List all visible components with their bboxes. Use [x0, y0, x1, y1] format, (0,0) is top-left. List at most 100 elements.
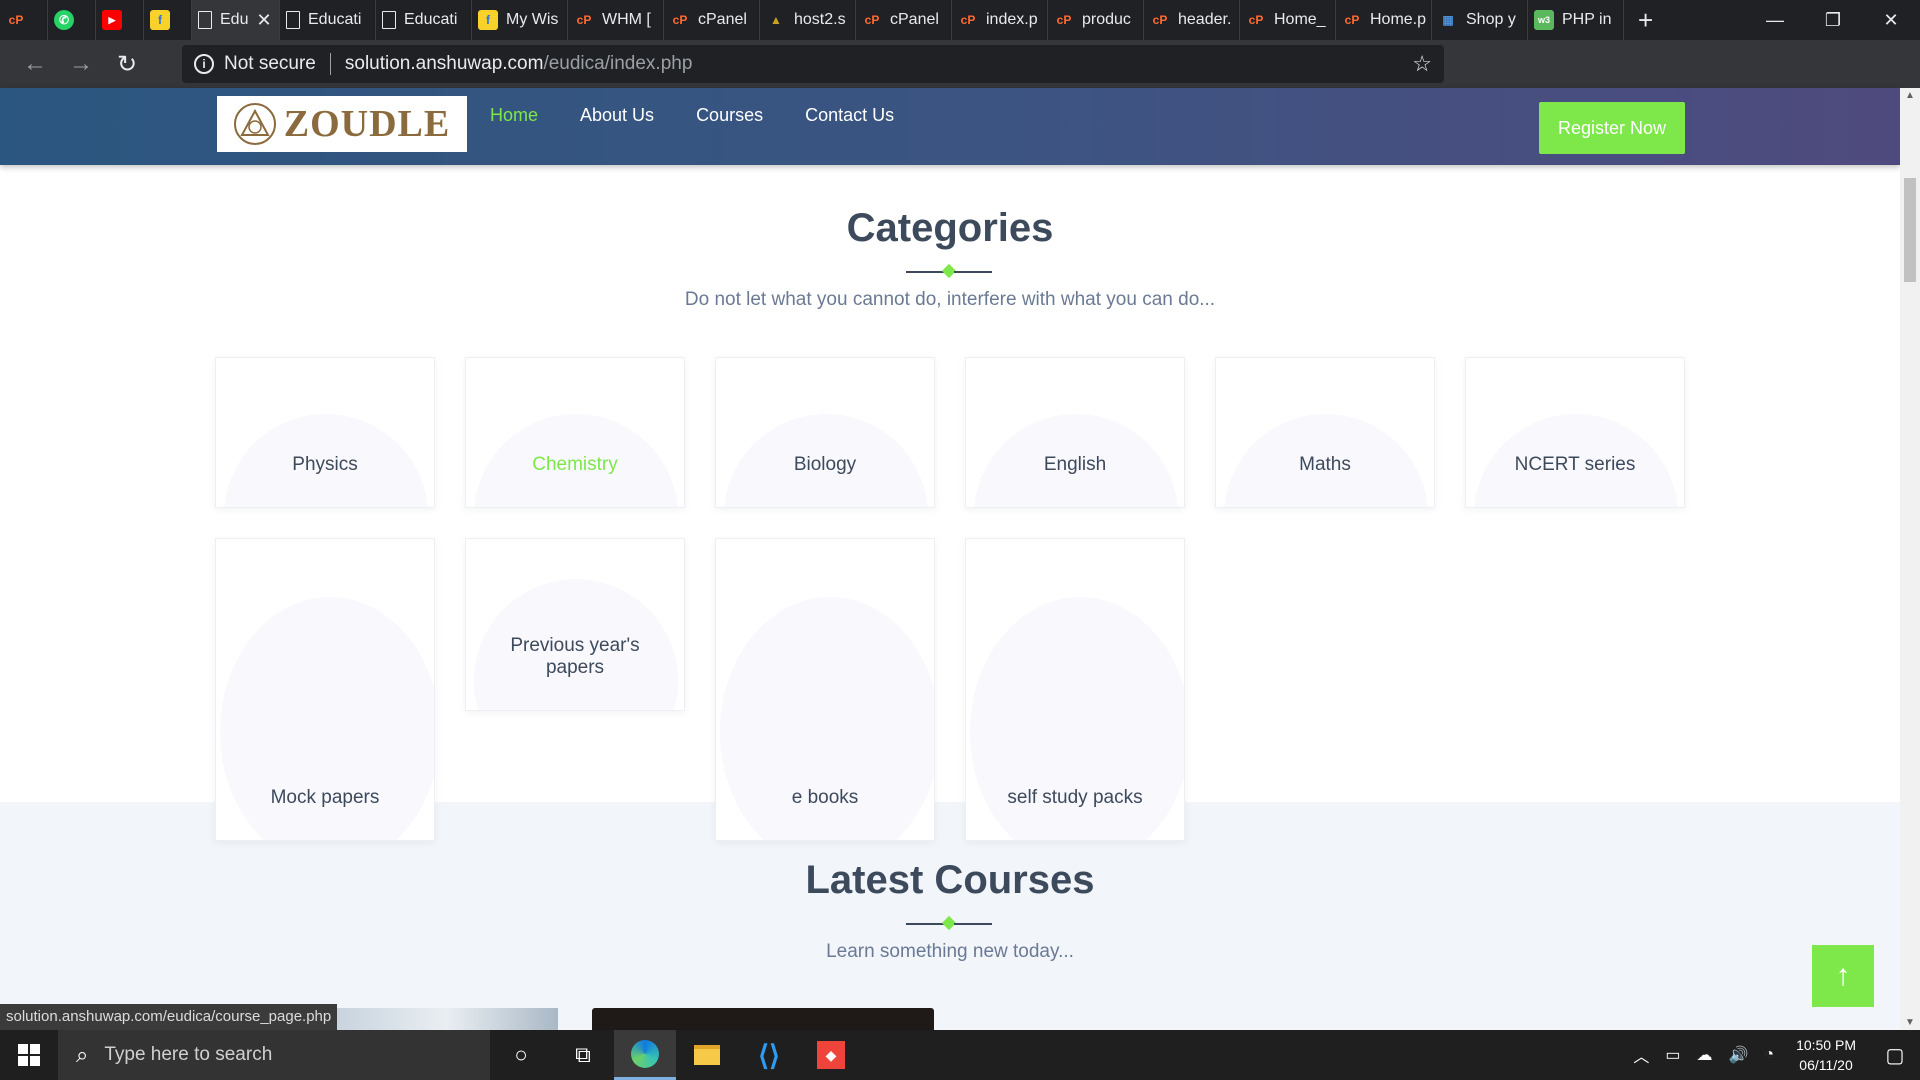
scrollbar-thumb[interactable] — [1904, 178, 1916, 282]
minimize-icon[interactable]: — — [1746, 0, 1804, 40]
tab[interactable]: cP WHM [ — [568, 0, 664, 40]
category-card-english[interactable]: English — [965, 357, 1185, 508]
back-icon[interactable]: ← — [12, 40, 58, 88]
anydesk-icon[interactable]: ◆ — [800, 1030, 862, 1080]
edge-browser-icon[interactable] — [614, 1030, 676, 1080]
windows-start-icon[interactable] — [0, 1030, 58, 1080]
page-scrollbar[interactable]: ▲ ▼ — [1900, 88, 1920, 1030]
category-card-maths[interactable]: Maths — [1215, 357, 1435, 508]
tab-title: PHP in — [1562, 11, 1612, 28]
tab[interactable]: ▲ host2.s — [760, 0, 856, 40]
youtube-icon: ▶ — [102, 10, 122, 30]
tab[interactable]: cP produc — [1048, 0, 1144, 40]
tab-title: Home.p — [1370, 11, 1427, 28]
category-card-e-books[interactable]: e books — [715, 538, 935, 841]
page-icon — [382, 11, 396, 29]
cpanel-icon: cP — [960, 13, 976, 27]
forward-icon[interactable]: → — [58, 40, 104, 88]
tab[interactable]: w3 PHP in — [1528, 0, 1624, 40]
categories-subtitle: Do not let what you cannot do, interfere… — [684, 289, 1216, 310]
close-tab-icon[interactable]: ✕ — [256, 10, 271, 31]
clock[interactable]: 10:50 PM 06/11/20 — [1782, 1035, 1870, 1075]
tab-active[interactable]: Edu ✕ — [192, 0, 280, 40]
tab-title: produc — [1082, 11, 1131, 28]
tab[interactable]: Educati — [280, 0, 376, 40]
separator — [329, 53, 331, 75]
tab-title: Educati — [404, 11, 458, 28]
tab[interactable]: cP cPanel — [856, 0, 952, 40]
arrow-up-icon: ↑ — [1835, 959, 1851, 992]
nav-about-us[interactable]: About Us — [580, 105, 654, 126]
refresh-icon[interactable]: ↻ — [104, 40, 150, 88]
tab[interactable]: cP cPanel — [664, 0, 760, 40]
tab[interactable]: Educati — [376, 0, 472, 40]
security-label: Not secure — [224, 53, 316, 74]
title-divider — [906, 915, 992, 931]
category-label: Biology — [793, 454, 857, 475]
restore-icon[interactable]: ❐ — [1804, 0, 1862, 40]
categories-title: Categories — [846, 206, 1054, 250]
tab[interactable]: cP Home.p — [1336, 0, 1432, 40]
tab[interactable]: cP index.p — [952, 0, 1048, 40]
wifi-icon[interactable]: ◔ — [1756, 1046, 1782, 1064]
tab[interactable]: f My Wis — [472, 0, 568, 40]
category-card-ncert-series[interactable]: NCERT series — [1465, 357, 1685, 508]
clock-date: 06/11/20 — [1799, 1057, 1853, 1073]
scroll-up-icon[interactable]: ▲ — [1900, 90, 1920, 101]
course-thumbnail[interactable] — [335, 1008, 558, 1030]
category-card-physics[interactable]: Physics — [215, 357, 435, 508]
scroll-down-icon[interactable]: ▼ — [1900, 1017, 1920, 1028]
cpanel-icon: cP — [1248, 13, 1264, 27]
category-label: Maths — [1299, 454, 1351, 475]
logo[interactable]: ZOUDLE — [217, 96, 467, 152]
tab[interactable]: ▶ — [96, 0, 144, 40]
system-tray: ︿ ▭ ☁ 🔊 ◔ 10:50 PM 06/11/20 ▢ — [1625, 1030, 1920, 1080]
category-label: self study packs — [1007, 787, 1143, 808]
battery-icon[interactable]: ▭ — [1657, 1045, 1688, 1065]
favorite-star-icon[interactable]: ☆ — [1412, 51, 1432, 77]
tab[interactable]: cP — [0, 0, 48, 40]
tab-title: My Wis — [506, 11, 559, 28]
new-tab-icon[interactable]: + — [1624, 5, 1667, 36]
main-nav: Home About Us Courses Contact Us — [490, 105, 894, 126]
search-icon: ⌕ — [76, 1042, 89, 1067]
task-view-icon[interactable]: ⧉ — [552, 1030, 614, 1080]
tray-chevron-up-icon[interactable]: ︿ — [1625, 1043, 1657, 1067]
search-placeholder: Type here to search — [104, 1044, 273, 1065]
address-bar[interactable]: i Not secure solution.anshuwap.com/eudic… — [182, 45, 1444, 83]
volume-icon[interactable]: 🔊 — [1720, 1045, 1756, 1065]
cortana-icon[interactable]: ○ — [490, 1030, 552, 1080]
course-thumbnail[interactable] — [592, 1008, 934, 1030]
close-window-icon[interactable]: ✕ — [1862, 0, 1920, 40]
category-card-chemistry[interactable]: Chemistry — [465, 357, 685, 508]
category-card-biology[interactable]: Biology — [715, 357, 935, 508]
category-card-previous-years-papers[interactable]: Previous year's papers — [465, 538, 685, 711]
file-explorer-icon[interactable] — [676, 1030, 738, 1080]
category-label: e books — [791, 787, 859, 808]
nav-home[interactable]: Home — [490, 105, 538, 126]
tab-title: WHM [ — [602, 11, 651, 28]
category-card-mock-papers[interactable]: Mock papers — [215, 538, 435, 841]
nav-contact-us[interactable]: Contact Us — [805, 105, 894, 126]
tab[interactable]: cP Home_ — [1240, 0, 1336, 40]
tab-title: Home_ — [1274, 11, 1326, 28]
info-icon[interactable]: i — [194, 54, 214, 74]
vscode-icon[interactable]: ⟨⟩ — [738, 1030, 800, 1080]
taskbar-search[interactable]: ⌕ Type here to search — [58, 1030, 490, 1080]
tab[interactable]: f — [144, 0, 192, 40]
tab[interactable]: cP header. — [1144, 0, 1240, 40]
url-host: solution.anshuwap.com — [344, 53, 544, 74]
onedrive-icon[interactable]: ☁ — [1688, 1045, 1720, 1065]
category-label: Previous year's papers — [510, 635, 640, 678]
nav-courses[interactable]: Courses — [696, 105, 763, 126]
tab[interactable]: ▦ Shop y — [1432, 0, 1528, 40]
page-icon — [198, 11, 212, 29]
category-card-self-study-packs[interactable]: self study packs — [965, 538, 1185, 841]
notifications-icon[interactable]: ▢ — [1870, 1030, 1920, 1080]
url-path: /eudica/index.php — [543, 53, 693, 74]
tab[interactable]: ✆ — [48, 0, 96, 40]
back-to-top-button[interactable]: ↑ — [1812, 945, 1874, 1007]
cpanel-icon: cP — [1152, 13, 1168, 27]
category-label: Chemistry — [532, 454, 618, 475]
register-now-button[interactable]: Register Now — [1539, 102, 1685, 154]
